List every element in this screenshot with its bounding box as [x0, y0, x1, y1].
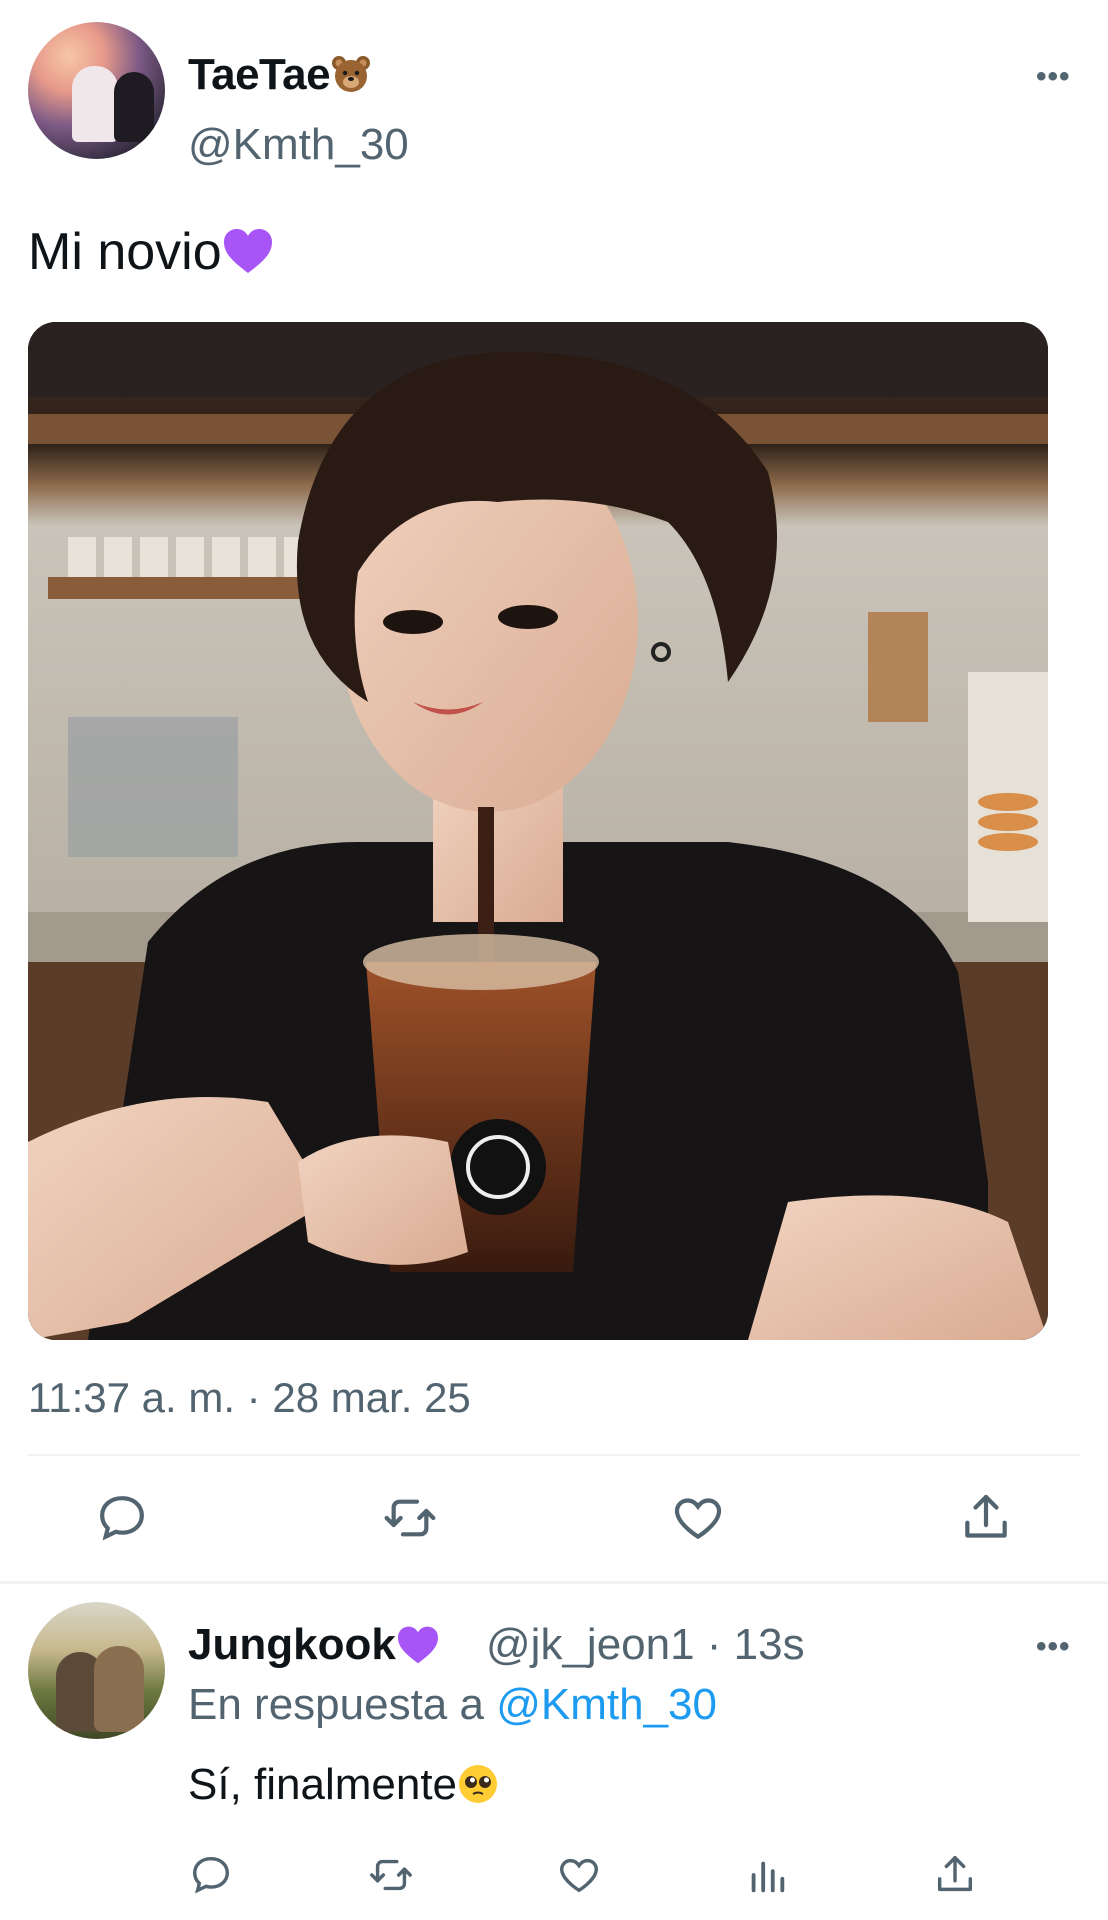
more-options-icon[interactable]: ••• [1036, 1630, 1071, 1664]
reply-display-name[interactable]: Jungkook [188, 1620, 440, 1676]
like-icon[interactable] [670, 1490, 726, 1546]
display-name-text: TaeTae [188, 50, 331, 99]
reply-actions [188, 1852, 1048, 1900]
section-divider [0, 1581, 1108, 1584]
tweet-text: Mi novio [28, 222, 274, 288]
reply-tweet: Jungkook @jk_jeon1 · 13s ••• En respuest… [0, 1590, 1108, 1920]
replying-to: En respuesta a @Kmth_30 [188, 1680, 717, 1730]
reply-handle-time[interactable]: @jk_jeon1 · 13s [486, 1620, 805, 1670]
user-handle[interactable]: @Kmth_30 [188, 120, 409, 170]
avatar[interactable] [28, 22, 165, 159]
reply-text-content: Sí, finalmente [188, 1760, 458, 1809]
photo-illustration [28, 322, 1048, 1340]
bear-face-emoji-icon [330, 53, 372, 106]
views-icon[interactable] [744, 1852, 790, 1898]
reply-display-name-text: Jungkook [188, 1620, 396, 1669]
retweet-icon[interactable] [382, 1490, 438, 1546]
tweet-actions [28, 1490, 1080, 1550]
tweet-text-content: Mi novio [28, 223, 222, 281]
tweet-timestamp[interactable]: 11:37 a. m. · 28 mar. 25 [28, 1374, 471, 1422]
reply-icon[interactable] [94, 1490, 150, 1546]
replying-to-mention[interactable]: @Kmth_30 [496, 1680, 717, 1729]
share-icon[interactable] [932, 1852, 978, 1898]
display-name[interactable]: TaeTae [188, 50, 372, 106]
reply-text: Sí, finalmente [188, 1760, 499, 1816]
divider [28, 1454, 1080, 1456]
replying-to-prefix: En respuesta a [188, 1680, 484, 1729]
main-tweet: TaeTae @Kmth_30 ••• Mi novio 11:37 a. m.… [0, 0, 1108, 1584]
tweet-photo[interactable] [28, 322, 1048, 1340]
reply-avatar[interactable] [28, 1602, 165, 1739]
like-icon[interactable] [556, 1852, 602, 1898]
reply-icon[interactable] [188, 1852, 234, 1898]
share-icon[interactable] [958, 1490, 1014, 1546]
purple-heart-emoji-icon [396, 1625, 440, 1676]
pleading-face-emoji-icon [457, 1763, 499, 1816]
retweet-icon[interactable] [368, 1852, 414, 1898]
purple-heart-emoji-icon [222, 227, 274, 288]
more-options-icon[interactable]: ••• [1036, 60, 1071, 94]
